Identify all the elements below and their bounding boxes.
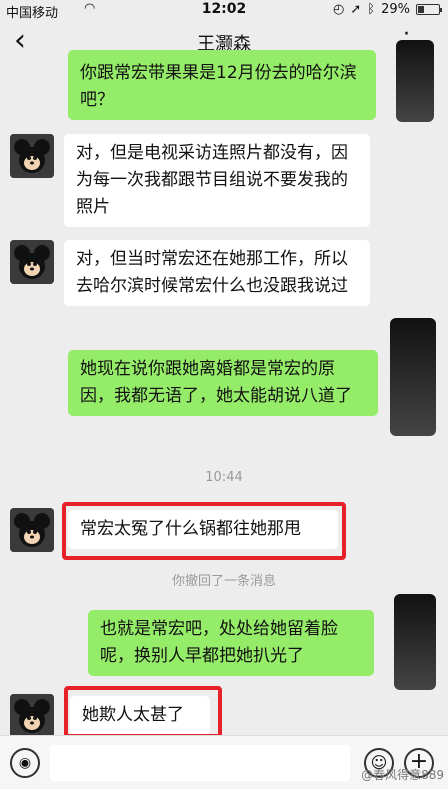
alarm-icon: ◴ <box>333 2 345 17</box>
message-bubble-in[interactable]: 对，但是电视采访连照片都没有，因为每一次我都跟节目组说不要发我的照片 <box>64 134 370 227</box>
mickey-icon <box>10 134 54 178</box>
battery-icon <box>416 4 442 15</box>
battery-percent: 29% <box>381 2 410 17</box>
status-bar: 中国移动 ◠ 12:02 ◴ ➚ ᛒ 29% <box>0 0 448 21</box>
message-text: 对，但当时常宏还在她那工作，所以去哈尔滨时候常宏什么也没跟我说过 <box>76 249 348 296</box>
watermark: @春风得意889 <box>361 768 444 782</box>
message-text: 对，但是电视采访连照片都没有，因为每一次我都跟节目组说不要发我的照片 <box>76 143 348 217</box>
location-icon: ➚ <box>350 2 362 17</box>
avatar-self-blurred <box>396 40 434 122</box>
avatar-contact <box>10 508 54 552</box>
message-bubble-in[interactable]: 对，但当时常宏还在她那工作，所以去哈尔滨时候常宏什么也没跟我说过 <box>64 240 370 306</box>
message-bubble-out[interactable]: 也就是常宏吧，处处给她留着脸呢，换别人早都把她扒光了 <box>88 610 374 676</box>
highlight-box <box>62 502 346 560</box>
avatar-self-blurred <box>394 594 436 690</box>
message-text: 她现在说你跟她离婚都是常宏的原因，我都无语了，她太能胡说八道了 <box>80 359 352 406</box>
avatar-self-blurred <box>390 318 436 436</box>
message-input[interactable] <box>50 745 350 781</box>
message-text: 也就是常宏吧，处处给她留着脸呢，换别人早都把她扒光了 <box>100 619 338 666</box>
battery-fill <box>418 6 424 13</box>
time-divider: 10:44 <box>205 470 243 485</box>
message-bubble-out[interactable]: 你跟常宏带果果是12月份去的哈尔滨吧？ <box>68 50 376 120</box>
avatar-contact <box>10 240 54 284</box>
status-right: ◴ ➚ ᛒ 29% <box>333 2 442 17</box>
voice-icon[interactable]: ◉ <box>10 748 40 778</box>
message-bubble-out[interactable]: 她现在说你跟她离婚都是常宏的原因，我都无语了，她太能胡说八道了 <box>68 350 378 416</box>
avatar-contact <box>10 134 54 178</box>
avatar-contact <box>10 694 54 738</box>
recall-notice: 你撤回了一条消息 <box>171 574 276 589</box>
mickey-icon <box>10 694 54 738</box>
bluetooth-icon: ᛒ <box>367 2 376 17</box>
mickey-icon <box>10 240 54 284</box>
mickey-icon <box>10 508 54 552</box>
highlight-box <box>64 686 222 738</box>
message-text: 你跟常宏带果果是12月份去的哈尔滨吧？ <box>80 63 357 110</box>
